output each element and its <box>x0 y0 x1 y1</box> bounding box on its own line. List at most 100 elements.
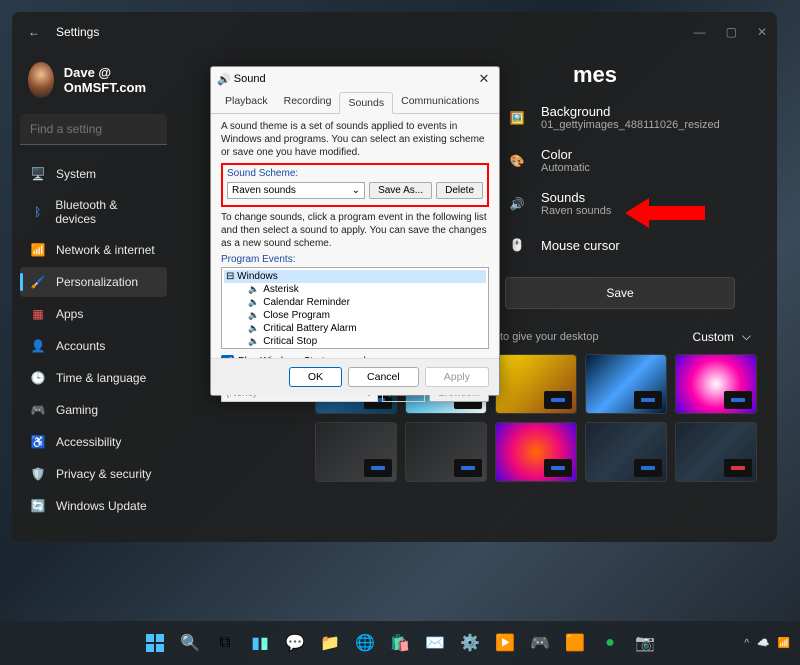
ok-button[interactable]: OK <box>289 367 342 387</box>
chat-icon[interactable]: 💬 <box>280 628 310 658</box>
mail-icon[interactable]: ✉️ <box>420 628 450 658</box>
minimize-icon[interactable]: — <box>694 25 706 39</box>
option-icon: 🖱️ <box>505 233 529 257</box>
option-color[interactable]: 🎨ColorAutomatic <box>505 139 757 182</box>
nav-icon: ▦ <box>30 306 46 322</box>
app-icon-2[interactable]: 📷 <box>630 628 660 658</box>
theme-thumb[interactable] <box>675 354 757 414</box>
save-as-button[interactable]: Save As... <box>369 182 432 199</box>
search-icon[interactable]: 🔍 <box>175 628 205 658</box>
theme-taskbar-preview <box>364 459 392 477</box>
events-root-node[interactable]: ⊟ Windows <box>224 270 486 283</box>
theme-thumb[interactable] <box>405 422 487 482</box>
tray-icon[interactable]: ☁️ <box>757 638 769 649</box>
store-icon[interactable]: 🛍️ <box>385 628 415 658</box>
save-button[interactable]: Save <box>505 277 735 309</box>
edge-icon[interactable]: 🌐 <box>350 628 380 658</box>
sidebar-item-personalization[interactable]: 🖌️Personalization <box>20 267 167 297</box>
custom-dropdown[interactable]: Custom ⌵ <box>693 329 757 344</box>
event-item[interactable]: Calendar Reminder <box>224 296 486 309</box>
option-title: Sounds <box>541 190 611 205</box>
theme-taskbar-preview <box>724 391 752 409</box>
nav-icon: ♿ <box>30 434 46 450</box>
tab-communications[interactable]: Communications <box>393 91 487 113</box>
option-icon: 🔊 <box>505 192 529 216</box>
speaker-icon: 🔊 <box>217 73 231 86</box>
scheme-label: Sound Scheme: <box>227 168 483 179</box>
sidebar-item-privacy-security[interactable]: 🛡️Privacy & security <box>20 459 167 489</box>
event-item[interactable]: Critical Battery Alarm <box>224 322 486 335</box>
spotify-icon[interactable]: ● <box>595 628 625 658</box>
maximize-icon[interactable]: ▢ <box>726 25 737 39</box>
event-item[interactable]: Asterisk <box>224 283 486 296</box>
settings-icon[interactable]: ⚙️ <box>455 628 485 658</box>
event-item[interactable]: Close Program <box>224 309 486 322</box>
program-events-list[interactable]: ⊟ Windows AsteriskCalendar ReminderClose… <box>221 267 489 349</box>
scheme-description: A sound theme is a set of sounds applied… <box>221 120 489 159</box>
nav-icon: 🎮 <box>30 402 46 418</box>
sidebar-item-network-internet[interactable]: 📶Network & internet <box>20 235 167 265</box>
start-icon[interactable] <box>140 628 170 658</box>
sidebar-item-system[interactable]: 🖥️System <box>20 159 167 189</box>
task-view-icon[interactable]: ⧉ <box>210 628 240 658</box>
theme-thumb[interactable] <box>495 354 577 414</box>
nav-label: Gaming <box>56 403 98 417</box>
app-icon-1[interactable]: 🟧 <box>560 628 590 658</box>
cancel-button[interactable]: Cancel <box>348 367 419 387</box>
theme-taskbar-preview <box>544 459 572 477</box>
sidebar-item-windows-update[interactable]: 🔄Windows Update <box>20 491 167 521</box>
option-icon: 🖼️ <box>505 106 529 130</box>
event-item[interactable]: Critical Stop <box>224 335 486 348</box>
media-icon[interactable]: ▶️ <box>490 628 520 658</box>
sidebar-item-accessibility[interactable]: ♿Accessibility <box>20 427 167 457</box>
user-row[interactable]: Dave @ OnMSFT.com <box>20 62 167 114</box>
tab-sounds[interactable]: Sounds <box>339 92 393 114</box>
avatar <box>28 62 54 98</box>
change-description: To change sounds, click a program event … <box>221 211 489 250</box>
option-title: Mouse cursor <box>541 238 620 253</box>
taskbar: 🔍 ⧉ ▮▮ 💬 📁 🌐 🛍️ ✉️ ⚙️ ▶️ 🎮 🟧 ● 📷 ^ ☁️ 📶 <box>0 621 800 665</box>
theme-thumb[interactable] <box>675 422 757 482</box>
nav-label: Bluetooth & devices <box>55 198 157 226</box>
network-icon[interactable]: 📶 <box>778 638 790 649</box>
theme-taskbar-preview <box>634 459 662 477</box>
nav-icon: 🛡️ <box>30 466 46 482</box>
nav-label: Windows Update <box>56 499 147 513</box>
option-sub: Raven sounds <box>541 205 611 217</box>
window-title: Settings <box>56 25 99 39</box>
chevron-down-icon: ⌄ <box>352 185 360 196</box>
dialog-close-icon[interactable]: ✕ <box>475 71 493 87</box>
option-title: Background <box>541 104 720 119</box>
theme-thumb[interactable] <box>315 422 397 482</box>
dialog-footer: OK Cancel Apply <box>211 358 499 395</box>
sidebar-item-time-language[interactable]: 🕒Time & language <box>20 363 167 393</box>
option-mouse-cursor[interactable]: 🖱️ Mouse cursor <box>505 225 757 265</box>
dialog-title: Sound <box>234 73 266 85</box>
theme-thumb[interactable] <box>585 422 667 482</box>
nav-label: Apps <box>56 307 83 321</box>
sidebar-item-apps[interactable]: ▦ Apps <box>20 299 167 329</box>
tray-expand-icon[interactable]: ^ <box>744 638 749 649</box>
explorer-icon[interactable]: 📁 <box>315 628 345 658</box>
theme-thumb[interactable] <box>585 354 667 414</box>
chevron-down-icon: ⌵ <box>742 329 751 344</box>
option-background[interactable]: 🖼️Background01_gettyimages_488111026_res… <box>505 96 757 139</box>
theme-thumb[interactable] <box>495 422 577 482</box>
program-events-label: Program Events: <box>221 254 489 265</box>
nav-icon: 📶 <box>30 242 46 258</box>
search-input[interactable] <box>20 114 167 145</box>
xbox-icon[interactable]: 🎮 <box>525 628 555 658</box>
tab-playback[interactable]: Playback <box>217 91 276 113</box>
widgets-icon[interactable]: ▮▮ <box>245 628 275 658</box>
sidebar-item-gaming[interactable]: 🎮 Gaming <box>20 395 167 425</box>
close-icon[interactable]: ✕ <box>757 25 767 39</box>
sidebar-item-bluetooth-devices[interactable]: ᛒBluetooth & devices <box>20 191 167 233</box>
scheme-select[interactable]: Raven sounds ⌄ <box>227 182 365 199</box>
back-arrow-icon[interactable]: ← <box>22 25 46 39</box>
option-sub: Automatic <box>541 162 590 174</box>
sidebar-item-accounts[interactable]: 👤Accounts <box>20 331 167 361</box>
nav-label: Time & language <box>56 371 146 385</box>
delete-button[interactable]: Delete <box>436 182 483 199</box>
dialog-titlebar: 🔊 Sound ✕ <box>211 67 499 91</box>
tab-recording[interactable]: Recording <box>276 91 340 113</box>
